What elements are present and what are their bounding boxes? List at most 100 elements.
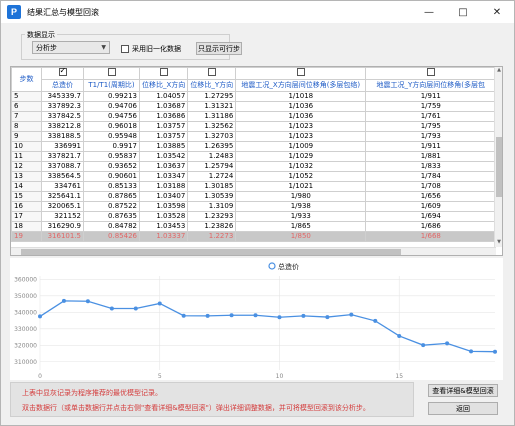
table-row[interactable]: 6 337892.3 0.94706 1.03687 1.31321 1/1036 1/75… — [11, 101, 497, 112]
table-row[interactable]: 14 334761 0.85133 1.03188 1.30185 1/1021 1/708 — [11, 181, 497, 192]
table-row[interactable]: 16 320065.1 0.87522 1.03598 1.3109 1/938 1/609 — [11, 201, 497, 212]
column-header[interactable]: 位移比_X方向 — [138, 79, 189, 92]
column-checkbox[interactable] — [159, 68, 168, 76]
table-cell: 0.93652 — [83, 161, 140, 172]
table-row[interactable]: 12 337088.7 0.93652 1.03637 1.25794 1/1032 1/8… — [11, 161, 497, 172]
table-cell: 1/1036 — [235, 101, 367, 112]
table-cell: 1.03407 — [138, 191, 189, 202]
minimize-icon[interactable]: — — [412, 1, 446, 23]
table-row[interactable]: 13 338564.5 0.90601 1.03347 1.2724 1/1052 1/78… — [11, 171, 497, 182]
table-row[interactable]: 19 316101.5 0.85426 1.03337 1.2273 1/850 1/668 — [11, 231, 497, 242]
step-cell: 14 — [11, 181, 42, 192]
table-cell: 337088.7 — [41, 161, 84, 172]
table-cell: 1.30539 — [187, 191, 237, 202]
horizontal-scroll-thumb[interactable] — [21, 249, 401, 255]
display-mode-select[interactable]: 分析步 ▼ — [32, 41, 110, 54]
step-cell: 17 — [11, 211, 42, 222]
table-cell: 337821.7 — [41, 151, 84, 162]
column-header[interactable]: T1/T1(周期比) — [83, 79, 140, 92]
table-cell: 0.9917 — [83, 141, 140, 152]
column-checkbox[interactable] — [207, 68, 216, 76]
table-row[interactable]: 8 338212.8 0.96018 1.03757 1.32562 1/1023 1/79… — [11, 121, 497, 132]
vertical-scroll-thumb[interactable] — [496, 137, 502, 197]
back-button[interactable]: 返回 — [428, 402, 498, 415]
table-cell: 1/708 — [365, 181, 497, 192]
table-cell: 337892.3 — [41, 101, 84, 112]
data-point — [61, 298, 66, 303]
data-point — [253, 313, 258, 318]
column-checkbox-cell — [365, 67, 497, 80]
table-cell: 1.03453 — [138, 221, 189, 232]
column-header[interactable]: 地震工况_X方向层间位移角(多层包络) — [235, 79, 367, 92]
note-line-2: 双击数据行（或单击数据行并点击右侧"查看详细&模型回滚"）弹出详细调整数据，并可… — [22, 404, 370, 412]
column-checkbox[interactable] — [426, 68, 435, 76]
table-cell: 1/881 — [365, 151, 497, 162]
step-cell: 18 — [11, 221, 42, 232]
step-cell: 10 — [11, 141, 42, 152]
horizontal-scrollbar[interactable] — [11, 247, 496, 255]
table-row[interactable]: 18 316290.9 0.84782 1.03453 1.23826 1/865 1/68… — [11, 221, 497, 232]
data-point — [277, 315, 282, 320]
table-cell: 1.03528 — [138, 211, 189, 222]
table-cell: 0.95948 — [83, 131, 140, 142]
vertical-scrollbar[interactable]: ▲ ▼ — [494, 67, 502, 247]
maximize-icon[interactable]: □ — [446, 1, 480, 23]
close-icon[interactable]: ✕ — [480, 1, 514, 23]
series-line — [39, 300, 496, 353]
column-checkbox[interactable] — [296, 68, 305, 76]
legend-marker — [268, 262, 276, 270]
column-header[interactable]: 总造价 — [41, 79, 84, 92]
column-checkbox-cell — [235, 67, 367, 80]
table-row[interactable]: 10 336991 0.9917 1.03885 1.26395 1/1009 1/911 — [11, 141, 497, 152]
column-checkbox[interactable] — [107, 68, 116, 76]
scroll-up-icon[interactable]: ▲ — [495, 67, 502, 75]
table-cell: 1.3109 — [187, 201, 237, 212]
table-cell: 0.85426 — [83, 231, 140, 242]
column-header[interactable]: 地震工况_Y方向层间位移角(多层包 — [365, 79, 497, 92]
column-header-steps[interactable]: 步数 — [11, 67, 42, 92]
table-row[interactable]: 9 338188.5 0.95948 1.03757 1.32703 1/1023 1/79… — [11, 131, 497, 142]
table-row[interactable]: 7 337842.5 0.94756 1.03686 1.31186 1/1036 1/76… — [11, 111, 497, 122]
table-cell: 1/865 — [235, 221, 367, 232]
table-row[interactable]: 11 337821.7 0.95837 1.03542 1.2483 1/1029 1/88… — [11, 151, 497, 162]
legacy-data-checkbox[interactable] — [121, 45, 129, 53]
x-tick-label: 5 — [158, 373, 162, 380]
data-point — [133, 306, 138, 311]
data-display-group: 数据显示 分析步 ▼ 采用旧一化数据 只显示可行步 — [21, 30, 242, 60]
group-label: 数据显示 — [25, 30, 57, 40]
table-cell: 1.23826 — [187, 221, 237, 232]
scroll-down-icon[interactable]: ▼ — [495, 239, 502, 247]
table-cell: 321152 — [41, 211, 84, 222]
column-header[interactable]: 位移比_Y方向 — [187, 79, 237, 92]
select-value: 分析步 — [36, 43, 57, 52]
data-point — [469, 349, 474, 354]
column-checkbox[interactable] — [58, 68, 67, 76]
data-point — [205, 313, 210, 318]
table-cell: 1.2273 — [187, 231, 237, 242]
table-row[interactable]: 5 345339.7 0.99213 1.04057 1.27295 1/1018 1/91… — [11, 91, 497, 102]
table-row[interactable]: 15 325641.1 0.87865 1.03407 1.30539 1/980 1/65… — [11, 191, 497, 202]
step-cell: 19 — [11, 231, 42, 242]
table-cell: 1.32703 — [187, 131, 237, 142]
table-cell: 1/1009 — [235, 141, 367, 152]
y-tick-label: 320000 — [14, 342, 37, 349]
result-table: 步数 总造价T1/T1(周期比)位移比_X方向位移比_Y方向地震工况_X方向层间… — [11, 67, 497, 242]
step-cell: 15 — [11, 191, 42, 202]
table-row[interactable]: 17 321152 0.87635 1.03528 1.23293 1/933 1/694 — [11, 211, 497, 222]
table-cell: 1/694 — [365, 211, 497, 222]
step-cell: 11 — [11, 151, 42, 162]
table-cell: 338188.5 — [41, 131, 84, 142]
table-cell: 1.32562 — [187, 121, 237, 132]
y-tick-label: 330000 — [14, 326, 37, 333]
table-cell: 1/938 — [235, 201, 367, 212]
table-cell: 1/1021 — [235, 181, 367, 192]
title-bar: P 结果汇总与模型回滚 — □ ✕ — [1, 1, 514, 23]
table-cell: 1/833 — [365, 161, 497, 172]
table-cell: 1/656 — [365, 191, 497, 202]
column-checkbox-cell — [41, 67, 84, 80]
table-cell: 0.95837 — [83, 151, 140, 162]
table-cell: 338564.5 — [41, 171, 84, 182]
table-cell: 1.03637 — [138, 161, 189, 172]
view-detail-rollback-button[interactable]: 查看详细&模型回滚 — [428, 384, 498, 397]
show-feasible-button[interactable]: 只显示可行步 — [196, 42, 242, 55]
